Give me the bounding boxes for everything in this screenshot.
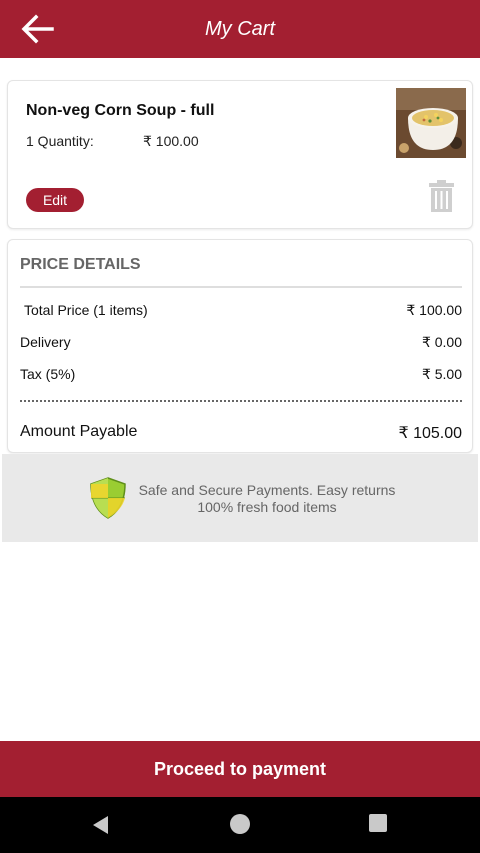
divider [20, 286, 462, 288]
nav-back-icon[interactable] [90, 814, 110, 836]
edit-button[interactable]: Edit [26, 188, 84, 212]
trash-icon [429, 180, 454, 212]
soup-bowl-image [396, 88, 466, 158]
price-details-card: PRICE DETAILS Total Price (1 items) ₹ 10… [7, 239, 473, 453]
price-row-value: ₹ 5.00 [421, 366, 462, 382]
price-details-title: PRICE DETAILS [20, 256, 141, 273]
system-nav-bar [0, 797, 480, 853]
page-title: My Cart [205, 18, 275, 40]
secure-text-line2: 100% fresh food items [197, 499, 337, 515]
delete-button[interactable] [429, 180, 454, 212]
shield-icon [90, 477, 126, 519]
secure-text-line1: Safe and Secure Payments. Easy returns [138, 482, 396, 498]
item-price: ₹ 100.00 [143, 133, 199, 149]
nav-home-icon[interactable] [230, 814, 250, 834]
amount-payable-value: ₹ 105.00 [398, 425, 462, 442]
price-row-value: ₹ 100.00 [406, 302, 462, 318]
top-app-bar: My Cart [0, 0, 480, 58]
secure-payment-banner: Safe and Secure Payments. Easy returns 1… [2, 454, 478, 542]
dotted-divider [20, 400, 462, 402]
price-row-label: Tax (5%) [20, 366, 76, 382]
item-image [396, 88, 466, 158]
nav-recent-icon[interactable] [369, 814, 387, 832]
amount-payable-label: Amount Payable [20, 423, 138, 440]
proceed-to-payment-button[interactable]: Proceed to payment [0, 741, 480, 797]
cart-item-card: Non-veg Corn Soup - full 1 Quantity: ₹ 1… [7, 80, 473, 229]
item-quantity: 1 Quantity: [26, 133, 94, 149]
price-row-label: Delivery [20, 334, 71, 350]
price-row-value: ₹ 0.00 [421, 334, 462, 350]
price-row-label: Total Price (1 items) [24, 302, 148, 318]
cart-screen: My Cart Non-veg Corn Soup - full 1 Quant… [0, 0, 480, 853]
item-name: Non-veg Corn Soup - full [26, 102, 215, 119]
